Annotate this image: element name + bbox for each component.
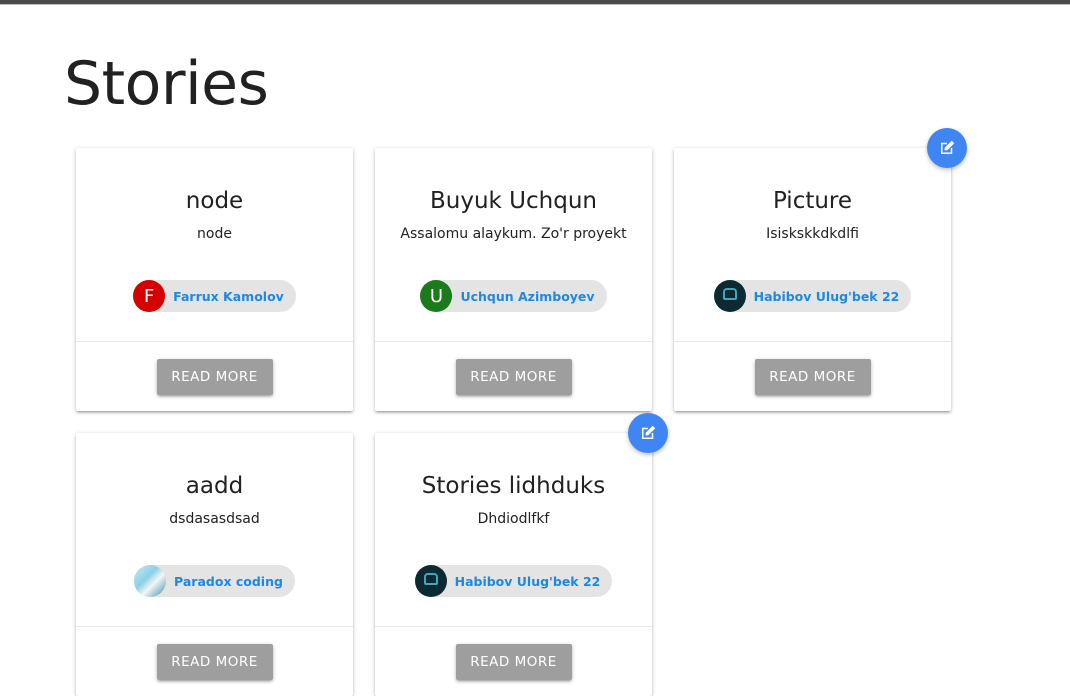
avatar [134,565,167,597]
story-card: aadd dsdasasdsad Paradox coding Read mor… [76,433,353,696]
card-content: Stories lidhduks Dhdiodlfkf Habibov Ulug… [375,433,652,627]
card-actions: Read more [375,342,652,411]
author-chip[interactable]: Paradox coding [134,565,295,597]
author-chip[interactable]: Habibov Ulug'bek 22 [414,565,613,597]
author-name: Paradox coding [174,573,283,589]
card-actions: Read more [76,342,353,411]
top-bar [0,0,1070,5]
avatar: U [420,280,453,312]
author-chip[interactable]: U Uchqun Azimboyev [420,280,607,312]
story-text: node [197,226,232,242]
story-card: Buyuk Uchqun Assalomu alaykum. Zo'r proy… [375,148,652,411]
read-more-button[interactable]: Read more [156,643,273,680]
edit-icon [941,140,955,154]
story-text: Isiskskkdkdlfi [766,226,859,242]
card-content: node node F Farrux Kamolov [76,148,353,342]
author-chip[interactable]: F Farrux Kamolov [133,280,296,312]
story-title: Buyuk Uchqun [430,188,597,214]
story-text: Dhdiodlfkf [477,511,550,527]
stories-grid: node node F Farrux Kamolov Read more Buy… [76,128,967,696]
edit-button[interactable] [927,128,967,168]
page-title: Stories [64,49,269,119]
story-card: node node F Farrux Kamolov Read more [76,148,353,411]
avatar [414,565,447,597]
avatar [713,280,746,312]
author-chip[interactable]: Habibov Ulug'bek 22 [713,280,912,312]
card-actions: Read more [375,627,652,696]
card-content: Picture Isiskskkdkdlfi Habibov Ulug'bek … [674,148,951,342]
story-text: dsdasasdsad [169,511,260,527]
story-card: Stories lidhduks Dhdiodlfkf Habibov Ulug… [375,413,668,696]
edit-icon [642,425,656,439]
read-more-button[interactable]: Read more [754,358,871,395]
read-more-button[interactable]: Read more [455,358,572,395]
story-card: Picture Isiskskkdkdlfi Habibov Ulug'bek … [674,128,967,411]
read-more-button[interactable]: Read more [156,358,273,395]
read-more-button[interactable]: Read more [455,643,572,680]
author-name: Habibov Ulug'bek 22 [753,288,900,304]
story-text: Assalomu alaykum. Zo'r proyekt [400,226,627,242]
story-title: Picture [772,188,853,214]
card-content: Buyuk Uchqun Assalomu alaykum. Zo'r proy… [375,148,652,342]
story-title: Stories lidhduks [421,473,606,499]
author-name: Habibov Ulug'bek 22 [454,573,601,589]
story-title: node [185,188,244,214]
edit-button[interactable] [628,413,668,453]
card-content: aadd dsdasasdsad Paradox coding [76,433,353,627]
author-name: Uchqun Azimboyev [460,288,595,304]
story-title: aadd [185,473,244,499]
card-actions: Read more [674,342,951,411]
avatar: F [133,280,166,312]
author-name: Farrux Kamolov [173,288,284,304]
card-actions: Read more [76,627,353,696]
